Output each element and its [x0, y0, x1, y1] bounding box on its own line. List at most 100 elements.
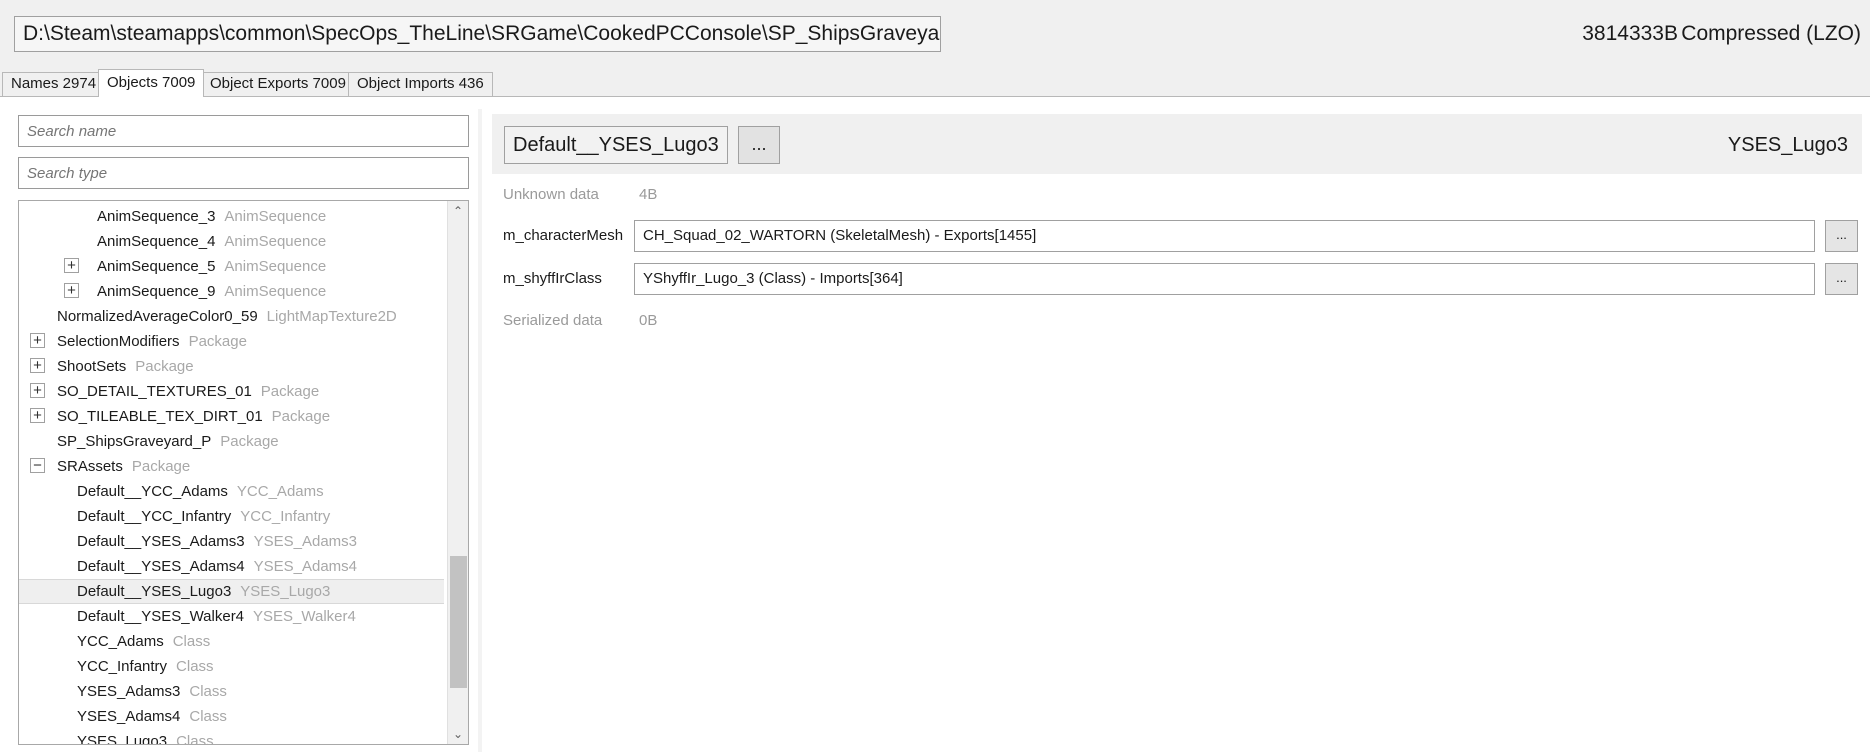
tree-row-type: YCC_Infantry: [240, 508, 331, 525]
prop-button-shyffir-class[interactable]: ...: [1825, 263, 1858, 295]
tree-row-name: AnimSequence_9: [97, 283, 216, 300]
tree-row[interactable]: YSES_Lugo3 Class: [19, 729, 444, 745]
tree-row-type: Package: [135, 358, 194, 375]
panel-splitter[interactable]: [478, 109, 482, 752]
expand-icon[interactable]: +: [64, 283, 79, 298]
file-path-field[interactable]: D:\Steam\steamapps\common\SpecOps_TheLin…: [14, 16, 941, 52]
tab-object-imports[interactable]: Object Imports 436: [348, 72, 493, 96]
header-bar: D:\Steam\steamapps\common\SpecOps_TheLin…: [0, 0, 1870, 69]
tree-row-type: Class: [189, 708, 227, 725]
tree-row-type: Class: [172, 633, 211, 650]
tree-row[interactable]: Default__YSES_Lugo3 YSES_Lugo3: [19, 579, 444, 604]
tree-row-type: Class: [189, 683, 227, 700]
search-type-input[interactable]: [18, 157, 469, 189]
object-type-label: YSES_Lugo3: [1727, 134, 1848, 156]
tree-row-name: SRAssets: [57, 458, 123, 475]
prop-button-character-mesh[interactable]: ...: [1825, 220, 1858, 252]
scroll-up-icon[interactable]: ⌃: [452, 205, 464, 217]
tree-row-type: YSES_Adams3: [253, 533, 357, 550]
tree-row[interactable]: AnimSequence_3 AnimSequence: [19, 204, 444, 229]
expand-icon[interactable]: +: [64, 258, 79, 273]
tree-row-name: Default__YSES_Adams3: [77, 533, 245, 550]
tree-row[interactable]: YSES_Adams3 Class: [19, 679, 444, 704]
prop-label-character-mesh: m_characterMesh: [503, 227, 624, 244]
tree-row-type: AnimSequence: [224, 208, 327, 225]
tree-row-type: YSES_Lugo3: [240, 583, 331, 600]
tree-row-type: Class: [176, 658, 214, 675]
tree-row[interactable]: − SRAssets Package: [19, 454, 444, 479]
tab-bar: Names 2974 Objects 7009 Object Exports 7…: [0, 69, 1870, 97]
tree-row-name: AnimSequence_4: [97, 233, 216, 250]
tree-row[interactable]: + AnimSequence_5 AnimSequence: [19, 254, 444, 279]
tree-row[interactable]: Default__YSES_Adams3 YSES_Adams3: [19, 529, 444, 554]
collapse-icon[interactable]: −: [30, 458, 45, 473]
expand-icon[interactable]: +: [30, 358, 45, 373]
tree-row-name: SP_ShipsGraveyard_P: [57, 433, 212, 450]
prop-value-character-mesh[interactable]: CH_Squad_02_WARTORN (SkeletalMesh) - Exp…: [634, 220, 1815, 252]
tree-row-type: Package: [271, 408, 331, 425]
tree-row[interactable]: YCC_Adams Class: [19, 629, 444, 654]
tree-row-type: AnimSequence: [224, 258, 327, 275]
file-size: 3814333B: [1582, 22, 1678, 45]
expand-icon[interactable]: +: [30, 333, 45, 348]
tree-row-type: YCC_Adams: [236, 483, 324, 500]
expand-icon[interactable]: +: [30, 408, 45, 423]
object-tree[interactable]: AnimSequence_3 AnimSequence AnimSequence_4…: [18, 200, 469, 745]
serialized-data-label: Serialized data: [503, 312, 603, 329]
tree-row-type: YSES_Walker4: [253, 608, 356, 625]
tree-row-name: YSES_Lugo3: [77, 733, 168, 745]
tree-row-type: Package: [220, 433, 279, 450]
tree-row-name: SO_TILEABLE_TEX_DIRT_01: [57, 408, 263, 425]
scroll-down-icon[interactable]: ⌄: [452, 728, 464, 740]
tree-row[interactable]: NormalizedAverageColor0_59 LightMapTextur…: [19, 304, 444, 329]
tree-row[interactable]: + ShootSets Package: [19, 354, 444, 379]
tree-row-name: YSES_Adams3: [77, 683, 181, 700]
tree-row-name: Default__YSES_Walker4: [77, 608, 245, 625]
object-name-field[interactable]: Default__YSES_Lugo3: [504, 126, 728, 164]
scrollbar-thumb[interactable]: [450, 556, 467, 688]
tab-names[interactable]: Names 2974: [2, 72, 106, 96]
tree-row-name: Default__YCC_Adams: [77, 483, 228, 500]
unknown-data-label: Unknown data: [503, 186, 599, 203]
tree-row[interactable]: SP_ShipsGraveyard_P Package: [19, 429, 444, 454]
tab-object-exports[interactable]: Object Exports 7009: [201, 72, 355, 96]
tree-row[interactable]: YCC_Infantry Class: [19, 654, 444, 679]
tree-row-name: Default__YSES_Adams4: [77, 558, 245, 575]
tree-row-name: AnimSequence_3: [97, 208, 216, 225]
tree-row[interactable]: Default__YCC_Infantry YCC_Infantry: [19, 504, 444, 529]
tree-row-name: NormalizedAverageColor0_59: [57, 308, 258, 325]
tab-objects[interactable]: Objects 7009: [98, 69, 205, 97]
tree-row-type: AnimSequence: [224, 233, 327, 250]
tree-row-name: YSES_Adams4: [77, 708, 181, 725]
unknown-data-value: 4B: [639, 186, 658, 203]
tree-row[interactable]: Default__YSES_Walker4 YSES_Walker4: [19, 604, 444, 629]
prop-value-shyffir-class[interactable]: YShyffIr_Lugo_3 (Class) - Imports[364]: [634, 263, 1815, 295]
serialized-data-value: 0B: [639, 312, 658, 329]
tree-row-type: Package: [131, 458, 191, 475]
object-more-button[interactable]: ...: [738, 126, 780, 164]
tree-scrollbar[interactable]: ⌃ ⌄: [447, 201, 468, 744]
tree-row-name: YCC_Adams: [77, 633, 164, 650]
tree-row-type: Class: [176, 733, 214, 745]
tree-row-type: AnimSequence: [224, 283, 327, 300]
tree-row-name: YCC_Infantry: [77, 658, 168, 675]
tree-row-name: SO_DETAIL_TEXTURES_01: [57, 383, 252, 400]
tree-row[interactable]: YSES_Adams4 Class: [19, 704, 444, 729]
tree-row[interactable]: Default__YSES_Adams4 YSES_Adams4: [19, 554, 444, 579]
prop-label-shyffir-class: m_shyffIrClass: [503, 270, 602, 287]
tree-row[interactable]: + SelectionModifiers Package: [19, 329, 444, 354]
tree-row-type: Package: [188, 333, 247, 350]
expand-icon[interactable]: +: [30, 383, 45, 398]
tree-row-type: Package: [260, 383, 320, 400]
tree-row-name: SelectionModifiers: [57, 333, 180, 350]
tree-row[interactable]: + SO_DETAIL_TEXTURES_01 Package: [19, 379, 444, 404]
tree-row-name: Default__YSES_Lugo3: [77, 583, 232, 600]
tree-row-type: LightMapTexture2D: [266, 308, 397, 325]
tree-row[interactable]: + SO_TILEABLE_TEX_DIRT_01 Package: [19, 404, 444, 429]
search-name-input[interactable]: [18, 115, 469, 147]
tree-row-type: YSES_Adams4: [253, 558, 357, 575]
tree-row[interactable]: AnimSequence_4 AnimSequence: [19, 229, 444, 254]
object-header: Default__YSES_Lugo3 ... YSES_Lugo3: [492, 114, 1862, 174]
tree-row[interactable]: + AnimSequence_9 AnimSequence: [19, 279, 444, 304]
tree-row[interactable]: Default__YCC_Adams YCC_Adams: [19, 479, 444, 504]
